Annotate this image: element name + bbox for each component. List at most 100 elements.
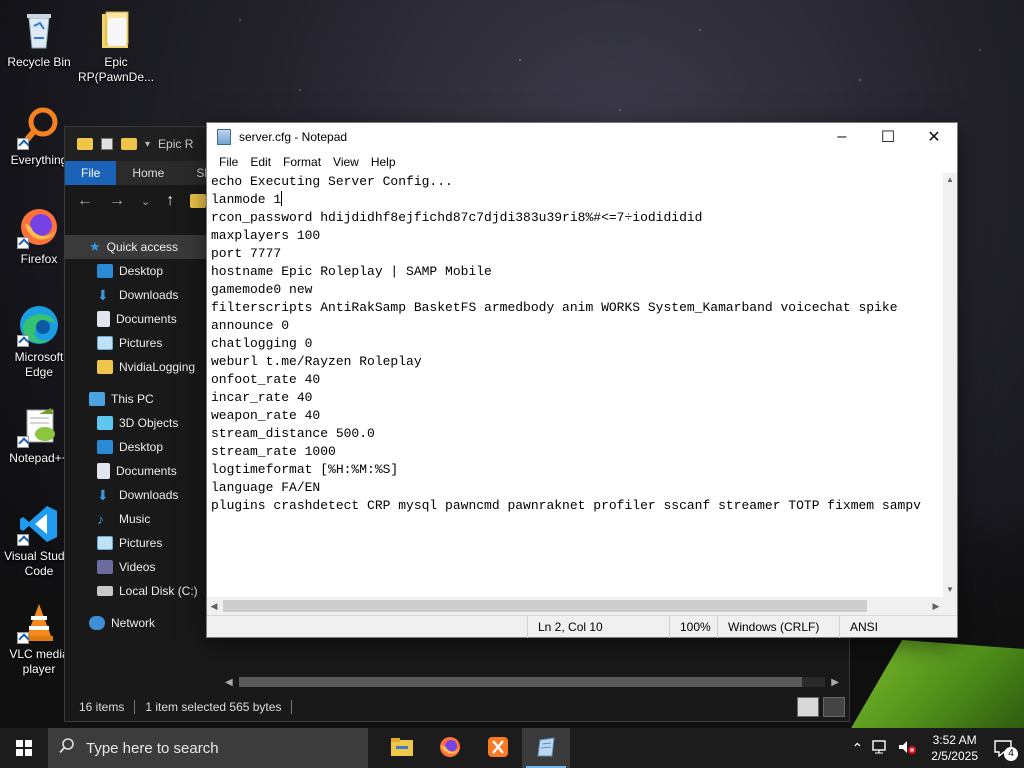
explorer-title: Epic R [158, 137, 194, 151]
search-icon [58, 737, 76, 759]
nav-item-downloads[interactable]: ⬇ Downloads [65, 283, 207, 307]
scroll-thumb[interactable] [238, 677, 802, 687]
firefox-icon [17, 205, 61, 249]
nav-label: Pictures [119, 336, 163, 350]
nav-item-pc-desktop[interactable]: Desktop [65, 435, 207, 459]
address-folder-icon[interactable] [190, 194, 207, 208]
desktop-icon-label: Recycle Bin [7, 55, 71, 69]
desktop-icon-epic-rp[interactable]: Epic RP(PawnDe... [78, 8, 154, 85]
explorer-horizontal-scrollbar[interactable]: ◀ ▶ [225, 675, 839, 689]
text-line: lanmode 1 [211, 192, 282, 207]
recent-locations-icon[interactable]: ⌄ [141, 195, 150, 208]
taskbar-clock[interactable]: 3:52 AM 2/5/2025 [925, 732, 984, 764]
close-button[interactable]: ✕ [911, 123, 957, 151]
taskbar-search-box[interactable]: Type here to search [48, 728, 368, 768]
details-view-icon[interactable] [797, 697, 819, 717]
ribbon-tab-file[interactable]: File [65, 161, 117, 185]
vertical-scrollbar[interactable]: ▲ ▼ [943, 173, 957, 597]
nav-label: Desktop [119, 440, 164, 454]
maximize-button[interactable]: ☐ [865, 123, 911, 151]
status-divider [291, 700, 293, 714]
scroll-track [238, 677, 826, 687]
minimize-button[interactable]: – [819, 123, 865, 151]
text-line-with-cursor: lanmode 1 [207, 191, 943, 209]
start-button[interactable] [0, 728, 48, 768]
view-toggle [797, 697, 845, 717]
documents-icon [97, 463, 110, 479]
menu-format[interactable]: Format [277, 155, 327, 169]
taskbar-xampp[interactable] [474, 728, 522, 768]
3d-objects-icon [97, 416, 113, 430]
nav-item-videos[interactable]: Videos [65, 555, 207, 579]
ribbon-tab-home[interactable]: Home [116, 161, 180, 185]
back-icon[interactable]: ← [77, 192, 93, 210]
scroll-left-icon[interactable]: ◀ [207, 597, 221, 615]
nav-label: Pictures [119, 536, 163, 550]
properties-icon[interactable] [101, 138, 113, 150]
text-line: incar_rate 40 [211, 390, 313, 405]
nav-item-pc-documents[interactable]: Documents [65, 459, 207, 483]
taskbar-notepad[interactable] [522, 728, 570, 768]
scroll-right-icon[interactable]: ▶ [929, 597, 943, 615]
nav-item-this-pc[interactable]: This PC [65, 387, 207, 411]
taskbar-firefox[interactable] [426, 728, 474, 768]
recycle-bin-icon [17, 8, 61, 52]
nav-label: This PC [111, 392, 154, 406]
scroll-thumb[interactable] [223, 600, 867, 612]
nav-label: 3D Objects [119, 416, 179, 430]
customize-quick-access-icon[interactable]: ▾ [145, 139, 150, 150]
notepad-app-icon[interactable] [217, 129, 231, 145]
up-icon[interactable]: ↑ [166, 192, 174, 210]
scroll-right-icon[interactable]: ▶ [831, 677, 839, 688]
everything-search-icon [17, 106, 61, 150]
desktop-icon-label: Everything [10, 153, 68, 167]
text-editor-area[interactable]: echo Executing Server Config... lanmode … [207, 173, 943, 597]
new-folder-icon[interactable] [121, 138, 137, 150]
forward-icon[interactable]: → [109, 192, 125, 210]
notepad-titlebar[interactable]: server.cfg - Notepad – ☐ ✕ [207, 123, 957, 151]
desktop-icon-label: Notepad++ [9, 451, 69, 465]
nav-item-pc-pictures[interactable]: Pictures [65, 531, 207, 555]
desktop-icon [97, 264, 113, 278]
nav-item-network[interactable]: Network [65, 611, 207, 635]
scroll-left-icon[interactable]: ◀ [225, 677, 233, 688]
nav-item-pc-downloads[interactable]: ⬇ Downloads [65, 483, 207, 507]
notepad-window[interactable]: server.cfg - Notepad – ☐ ✕ File Edit For… [206, 122, 958, 638]
action-center-button[interactable]: 4 [992, 737, 1018, 761]
scroll-down-icon[interactable]: ▼ [943, 583, 957, 597]
nav-label: Quick access [106, 240, 179, 254]
nav-item-pictures[interactable]: Pictures [65, 331, 207, 355]
menu-help[interactable]: Help [365, 155, 402, 169]
desktop-icon-label: Firefox [20, 252, 58, 266]
show-hidden-icons-icon[interactable]: ⌃ [852, 740, 864, 757]
scroll-up-icon[interactable]: ▲ [943, 173, 957, 187]
shortcut-arrow-icon [17, 138, 29, 150]
nav-item-quick-access[interactable]: ★ Quick access [65, 235, 207, 259]
nav-item-music[interactable]: ♪ Music [65, 507, 207, 531]
large-icons-view-icon[interactable] [823, 697, 845, 717]
nav-item-nvidialogging[interactable]: NvidiaLogging [65, 355, 207, 379]
nav-item-documents[interactable]: Documents [65, 307, 207, 331]
nav-item-3d-objects[interactable]: 3D Objects [65, 411, 207, 435]
menu-edit[interactable]: Edit [244, 155, 277, 169]
encoding: ANSI [839, 616, 959, 638]
shortcut-arrow-icon [17, 632, 29, 644]
vscode-icon [17, 502, 61, 546]
horizontal-scrollbar[interactable]: ◀ ▶ [207, 597, 943, 615]
volume-muted-icon[interactable] [897, 739, 917, 758]
window-controls: – ☐ ✕ [819, 123, 957, 151]
folder-icon [97, 360, 113, 374]
text-line: filterscripts AntiRakSamp BasketFS armed… [211, 300, 898, 315]
pictures-icon [97, 336, 113, 350]
item-count: 16 items [79, 700, 125, 714]
menu-file[interactable]: File [213, 155, 244, 169]
network-icon[interactable] [871, 739, 889, 758]
taskbar-file-explorer[interactable] [378, 728, 426, 768]
nav-label: Desktop [119, 264, 164, 278]
this-pc-icon [89, 392, 105, 406]
menu-view[interactable]: View [327, 155, 365, 169]
nav-item-local-disk[interactable]: Local Disk (C:) [65, 579, 207, 603]
text-line: announce 0 [211, 318, 290, 333]
desktop-icon-recycle-bin[interactable]: Recycle Bin [1, 8, 77, 70]
nav-item-desktop[interactable]: Desktop [65, 259, 207, 283]
